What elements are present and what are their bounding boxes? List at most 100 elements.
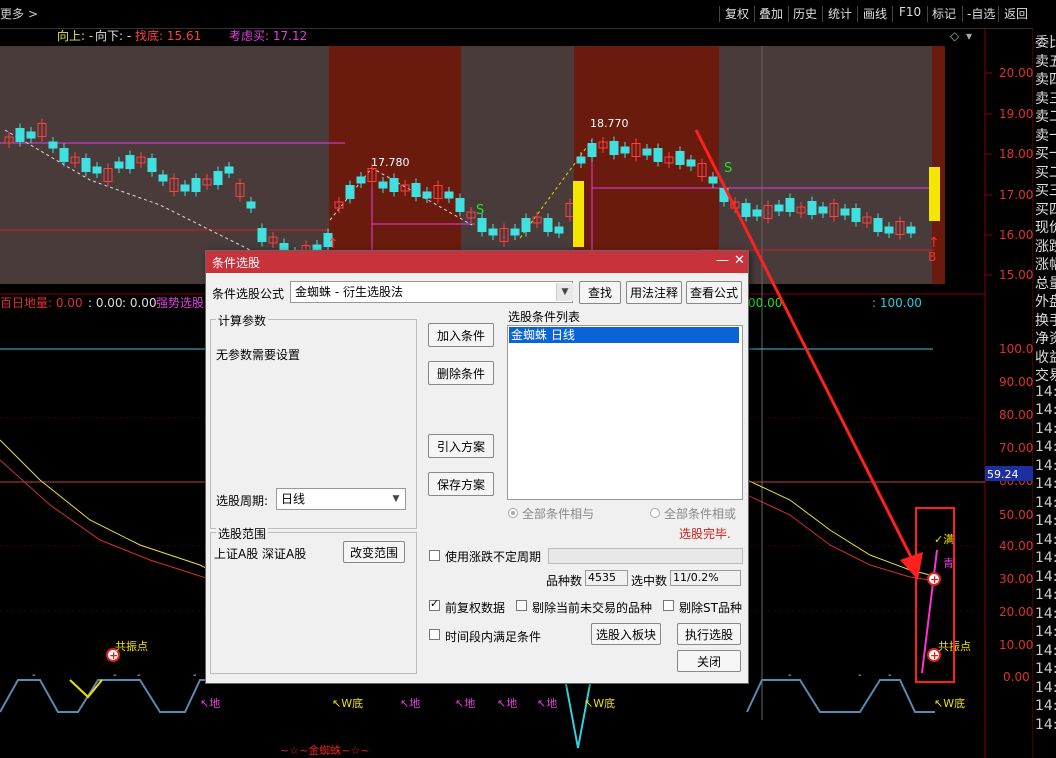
usage-notes-button[interactable]: 用法注释 xyxy=(626,281,682,304)
dialog-title: 条件选股 xyxy=(212,256,261,270)
indicator-value: 00.00 xyxy=(748,296,782,310)
toolbar-button-fuquan[interactable]: 复权 xyxy=(722,5,752,22)
toolbar-button-mark[interactable]: 标记 xyxy=(929,5,959,22)
selected-label: 选中数 xyxy=(631,574,668,588)
resonance-label: 共振点 xyxy=(115,639,148,653)
toolbar-button-back[interactable]: 返回 xyxy=(1001,5,1031,22)
candle-body xyxy=(213,171,223,185)
add-condition-button[interactable]: 加入条件 xyxy=(428,323,494,347)
close-icon[interactable]: ✕ xyxy=(734,253,745,268)
time-condition-checkbox[interactable] xyxy=(429,629,440,640)
side-panel-item: 卖二 xyxy=(1035,109,1056,125)
candle-body xyxy=(752,209,762,217)
formula-select[interactable]: 金蜘蛛 - 衍生选股法 xyxy=(290,281,573,303)
indicator-curve-yellow xyxy=(0,439,207,569)
side-panel-item: 14: xyxy=(1035,476,1056,492)
indicator-tick: 40.00 xyxy=(999,539,1033,553)
exclude-untraded-checkbox[interactable] xyxy=(516,600,527,611)
candle-body xyxy=(114,161,124,169)
side-panel-item: 卖五 xyxy=(1035,53,1056,70)
radio-and[interactable] xyxy=(508,508,518,518)
delete-condition-button[interactable]: 删除条件 xyxy=(428,361,494,385)
toolbar-divider xyxy=(719,6,720,22)
candle-body xyxy=(873,218,883,232)
radio-or-label: 全部条件相或 xyxy=(664,507,737,521)
candle-body xyxy=(708,176,718,184)
side-panel-item: 买一 xyxy=(1035,146,1056,162)
tick-dash: - xyxy=(113,670,117,681)
condition-list-item[interactable]: 金蜘蛛 日线 xyxy=(509,327,739,343)
period-select[interactable]: 日线 xyxy=(276,488,406,510)
dropdown-icon[interactable]: ▾ xyxy=(966,29,972,43)
toolbar-divider xyxy=(788,6,789,22)
chevron-down-icon[interactable]: ▼ xyxy=(556,283,573,301)
toolbar-button-drawline[interactable]: 画线 xyxy=(860,5,890,22)
side-panel-item: 买四 xyxy=(1035,201,1056,218)
tick-dash: - xyxy=(32,670,36,681)
side-panel-item: 总量 xyxy=(1035,275,1056,292)
candle-body xyxy=(422,191,432,199)
exclude-st-checkbox[interactable] xyxy=(663,600,674,611)
toolbar-button-stats[interactable]: 统计 xyxy=(825,5,855,22)
candle-body xyxy=(741,203,751,217)
chevron-down-icon[interactable]: ▼ xyxy=(388,490,404,508)
run-selection-button[interactable]: 执行选股 xyxy=(677,623,741,645)
indicator-tick: 100.0 xyxy=(999,342,1033,356)
side-panel-item: 14: xyxy=(1035,402,1056,418)
close-button[interactable]: 关闭 xyxy=(677,650,741,672)
high-price-label: 18.770 xyxy=(590,117,629,130)
tick-dash: - xyxy=(137,670,141,681)
side-panel-item: 14: xyxy=(1035,531,1056,548)
range-title: 选股范围 xyxy=(216,525,269,542)
view-formula-button[interactable]: 查看公式 xyxy=(686,281,742,304)
plus-icon: + xyxy=(930,573,939,586)
condition-list[interactable]: 金蜘蛛 日线 xyxy=(507,325,743,500)
minimize-icon[interactable]: — xyxy=(716,253,729,268)
side-panel-item: 涨跌 xyxy=(1035,238,1056,255)
side-panel-item: 14: xyxy=(1035,716,1056,733)
indicator-tick: 30.00 xyxy=(999,572,1033,586)
candle-body xyxy=(59,148,69,162)
find-button[interactable]: 查找 xyxy=(579,281,621,304)
import-scheme-button[interactable]: 引入方案 xyxy=(428,434,494,458)
indicator-value: : 0.00 xyxy=(88,296,123,310)
candle-body xyxy=(543,218,553,232)
wave-indicator xyxy=(0,679,206,713)
side-panel-item: 买二 xyxy=(1035,164,1056,181)
annotation-arrowhead xyxy=(900,552,923,580)
wave-spike xyxy=(565,683,591,749)
more-button[interactable]: 更多 > xyxy=(0,5,38,22)
side-panel-item: 14: xyxy=(1035,605,1056,622)
candle-body xyxy=(147,158,157,172)
dialog-titlebar[interactable]: 条件选股 — ✕ xyxy=(206,251,748,273)
add-to-block-button[interactable]: 选股入板块 xyxy=(591,623,661,645)
toolbar-button-f10[interactable]: F10 xyxy=(896,5,924,19)
side-panel-item: 净资 xyxy=(1035,331,1056,347)
pre-adjust-checkbox[interactable]: ✓ xyxy=(429,597,440,611)
radio-or[interactable] xyxy=(650,508,660,518)
candle-body xyxy=(554,226,564,234)
toolbar-button-overlay[interactable]: 叠加 xyxy=(756,5,786,22)
candle-body xyxy=(521,218,531,232)
change-range-button[interactable]: 改变范围 xyxy=(343,541,405,563)
wdi-label: ↖W底 xyxy=(934,696,965,710)
diamond-icon[interactable]: ◇ xyxy=(950,29,960,43)
candle-body xyxy=(653,148,663,162)
condition-selection-dialog: 条件选股 — ✕ 条件选股公式 金蜘蛛 - 衍生选股法 ▼ 查找 用法注释 查看… xyxy=(205,250,749,684)
quote-side-panel: 委比卖五卖四卖三卖二卖一买一买二买三买四现价涨跌涨幅总量外盘换手净资收益交易14… xyxy=(1033,28,1056,758)
toolbar-button-watchlist[interactable]: -自选 xyxy=(964,5,998,22)
save-scheme-button[interactable]: 保存方案 xyxy=(428,472,494,496)
side-panel-item: 14: xyxy=(1035,550,1056,566)
toolbar-button-history[interactable]: 历史 xyxy=(790,5,820,22)
signal-bar xyxy=(573,181,584,247)
use-period-checkbox[interactable] xyxy=(429,550,440,561)
side-panel-item: 涨幅 xyxy=(1035,257,1056,273)
side-panel-item: 14: xyxy=(1035,661,1056,677)
no-params-text: 无参数需要设置 xyxy=(216,348,301,362)
use-period-label: 使用涨跌不定周期 xyxy=(445,550,542,564)
formula-name-label: ~☆~金蜘蛛~☆~ xyxy=(280,743,370,757)
side-panel-item: 14: xyxy=(1035,624,1056,640)
side-panel-item: 14: xyxy=(1035,587,1056,603)
indicator-name: 百日地量: 0.00 xyxy=(0,296,83,310)
price-tick: 20.00 xyxy=(999,66,1033,80)
